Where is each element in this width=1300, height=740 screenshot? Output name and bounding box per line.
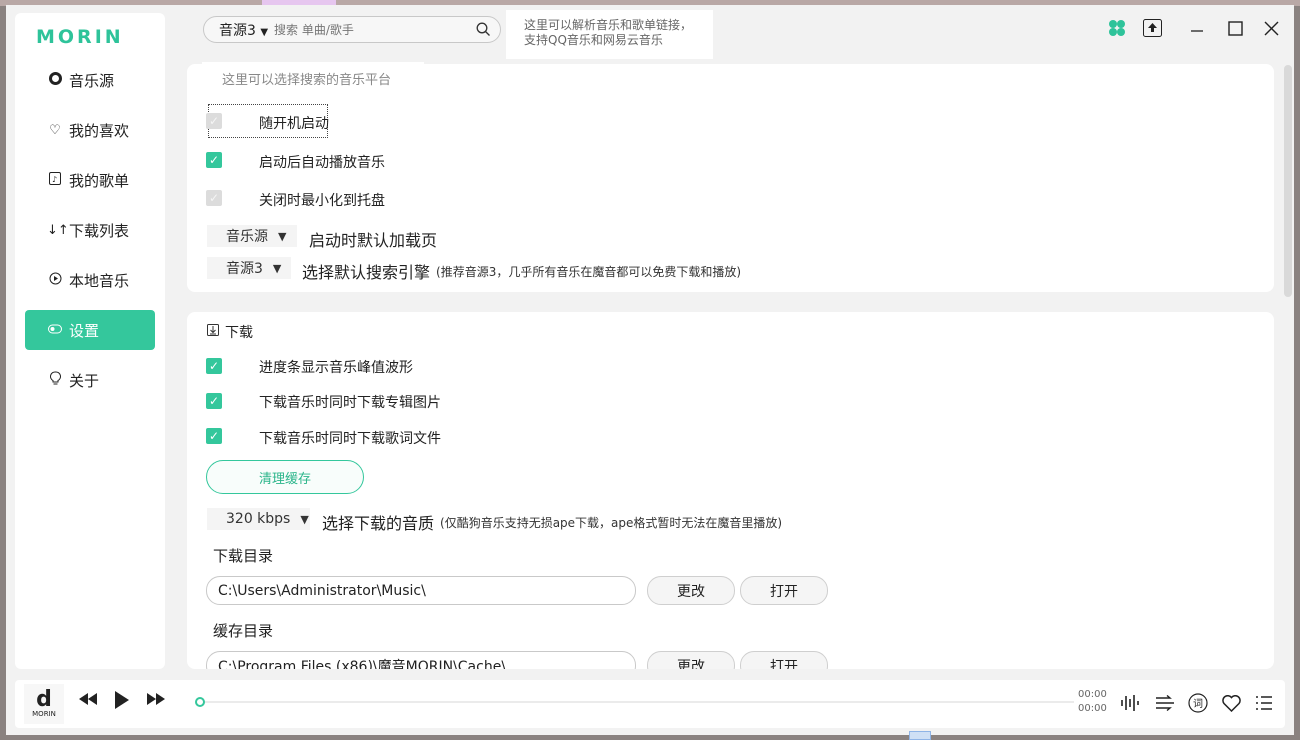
cache-dir-label: 缓存目录 — [213, 622, 274, 640]
search-engine-select[interactable]: 音源3 ▼ — [207, 257, 291, 279]
change-cache-dir-button[interactable]: 更改 — [647, 651, 735, 669]
playlist-queue-icon[interactable] — [1253, 692, 1275, 714]
sidebar-item-favorites[interactable]: ♡ 我的喜欢 — [25, 110, 155, 150]
album-art-checkbox[interactable]: ✓ — [206, 393, 222, 409]
sidebar-item-about[interactable]: 关于 — [25, 360, 155, 400]
cache-dir-row-clip: C:\Program Files (x86)\魔音MORIN\Cache\ 更改… — [200, 645, 840, 669]
heart-icon[interactable] — [1220, 692, 1242, 714]
search-engine-label: 选择默认搜索引擎 — [302, 263, 431, 282]
local-music-icon — [47, 272, 63, 289]
search-engine-value: 音源3 — [226, 261, 263, 277]
lyrics-icon[interactable]: 词 — [1187, 692, 1209, 714]
autoplay-label: 启动后自动播放音乐 — [259, 155, 385, 171]
app-logo: MORIN — [36, 26, 124, 48]
sidebar-item-label: 下载列表 — [69, 221, 130, 240]
sidebar-item-label: 我的喜欢 — [69, 121, 130, 140]
autostart-label: 随开机启动 — [259, 116, 329, 132]
download-dir-input[interactable]: C:\Users\Administrator\Music\ — [206, 576, 636, 605]
general-settings-card — [187, 64, 1274, 292]
scrollbar[interactable] — [1284, 65, 1292, 297]
parse-link-tooltip: 这里可以解析音乐和歌单链接， 支持QQ音乐和网易云音乐 — [506, 10, 713, 59]
startup-page-select[interactable]: 音乐源 ▼ — [207, 225, 297, 247]
search-engine-label-group: 选择默认搜索引擎 (推荐音源3，几乎所有音乐在魔音都可以免费下载和播放) — [302, 259, 741, 283]
clear-cache-button[interactable]: 清理缓存 — [206, 460, 364, 494]
minimize-tray-checkbox[interactable]: ✓ — [206, 190, 222, 206]
sidebar-item-label: 音乐源 — [69, 71, 115, 90]
sidebar-item-label: 本地音乐 — [69, 271, 130, 290]
play-icon[interactable] — [114, 690, 130, 715]
download-dir-label: 下载目录 — [213, 547, 274, 565]
minimize-icon[interactable] — [1186, 17, 1208, 39]
download-section-title: 下载 — [207, 322, 253, 342]
section-title-text: 下载 — [225, 325, 253, 341]
search-engine-note: (推荐音源3，几乎所有音乐在魔音都可以免费下载和播放) — [436, 264, 742, 279]
chevron-down-icon: ▼ — [300, 512, 309, 526]
bulb-icon — [47, 371, 63, 389]
lyrics-label: 下载音乐时同时下载歌词文件 — [259, 431, 441, 447]
autoplay-checkbox[interactable]: ✓ — [206, 152, 222, 168]
cover-text: MORIN — [32, 710, 56, 718]
album-cover[interactable]: d MORIN — [24, 684, 64, 724]
svg-text:♪: ♪ — [52, 175, 57, 184]
next-icon[interactable] — [146, 690, 166, 711]
minimize-tray-label: 关闭时最小化到托盘 — [259, 193, 385, 209]
waveform-label: 进度条显示音乐峰值波形 — [259, 360, 413, 376]
startup-page-label: 启动时默认加载页 — [309, 231, 438, 250]
play-mode-icon[interactable] — [1154, 692, 1176, 714]
quality-value: 320 kbps — [226, 511, 291, 527]
quality-label: 选择下载的音质 — [322, 514, 435, 533]
maximize-icon[interactable] — [1224, 17, 1246, 39]
cache-dir-input[interactable]: C:\Program Files (x86)\魔音MORIN\Cache\ — [206, 651, 636, 669]
tooltip-line: 这里可以解析音乐和歌单链接， — [524, 18, 693, 32]
music-note-icon: d — [36, 687, 52, 712]
source-tooltip: 这里可以选择搜索的音乐平台 — [202, 62, 424, 92]
tooltip-line: 支持QQ音乐和网易云音乐 — [524, 33, 663, 47]
waveform-checkbox[interactable]: ✓ — [206, 358, 222, 374]
chevron-down-icon: ▼ — [278, 229, 287, 243]
sidebar-item-label: 设置 — [69, 321, 100, 340]
download-icon — [207, 324, 219, 340]
sidebar-item-local-music[interactable]: 本地音乐 — [25, 260, 155, 300]
quality-label-group: 选择下载的音质 (仅酷狗音乐支持无损ape下载，ape格式暂时无法在魔音里播放) — [322, 510, 782, 534]
autostart-checkbox[interactable]: ✓ — [206, 113, 222, 129]
sidebar-item-playlists[interactable]: ♪ 我的歌单 — [25, 160, 155, 200]
time-current: 00:00 — [1078, 689, 1107, 700]
progress-knob[interactable] — [195, 697, 205, 707]
startup-page-value: 音乐源 — [226, 229, 268, 245]
playlist-icon: ♪ — [47, 171, 63, 189]
quality-note: (仅酷狗音乐支持无损ape下载，ape格式暂时无法在魔音里播放) — [440, 515, 783, 530]
music-source-icon — [47, 71, 63, 89]
open-download-dir-button[interactable]: 打开 — [740, 576, 828, 605]
sidebar-item-downloads[interactable]: ↓↑ 下载列表 — [25, 210, 155, 250]
progress-track[interactable] — [204, 701, 1074, 703]
open-cache-dir-button[interactable]: 打开 — [740, 651, 828, 669]
previous-icon[interactable] — [78, 690, 98, 711]
svg-text:词: 词 — [1193, 698, 1203, 710]
mini-mode-icon[interactable] — [1141, 17, 1163, 39]
sidebar-item-music-source[interactable]: 音乐源 — [25, 60, 155, 100]
heart-icon: ♡ — [49, 122, 61, 138]
album-art-label: 下载音乐时同时下载专辑图片 — [259, 395, 441, 411]
search-input[interactable] — [274, 22, 464, 37]
quality-select[interactable]: 320 kbps ▼ — [207, 508, 310, 530]
taskbar-fragment — [909, 731, 931, 740]
close-icon[interactable] — [1260, 17, 1282, 39]
theme-icon[interactable] — [1106, 17, 1128, 39]
sidebar-item-label: 关于 — [69, 371, 100, 390]
download-list-icon: ↓↑ — [47, 222, 69, 238]
search-icon[interactable] — [476, 22, 491, 37]
waveform-icon[interactable] — [1119, 692, 1141, 714]
lyrics-checkbox[interactable]: ✓ — [206, 428, 222, 444]
change-download-dir-button[interactable]: 更改 — [647, 576, 735, 605]
sidebar-item-settings[interactable]: 设置 — [25, 310, 155, 350]
search-bar: 音源3 ▼ — [203, 16, 501, 43]
time-total: 00:00 — [1078, 703, 1107, 714]
sidebar-item-label: 我的歌单 — [69, 171, 130, 190]
chevron-down-icon: ▼ — [272, 261, 282, 275]
search-source-select[interactable]: 音源3 ▼ — [204, 20, 274, 40]
toggle-icon — [47, 323, 63, 338]
